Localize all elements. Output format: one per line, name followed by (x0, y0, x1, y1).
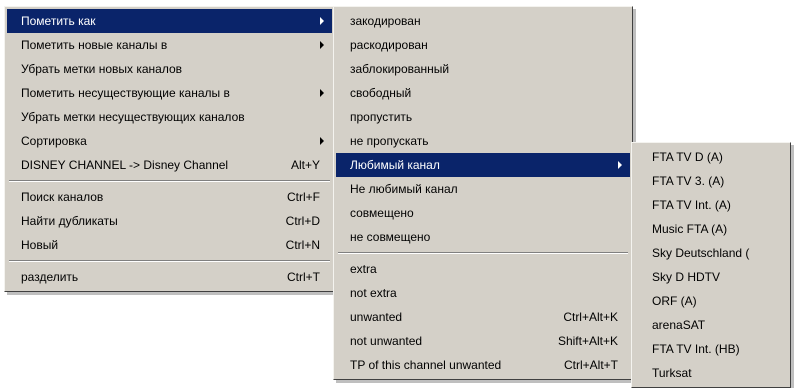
menu-item-unmark-new-channels[interactable]: Убрать метки новых каналов (7, 57, 332, 81)
menu-item-mark-missing-channels[interactable]: Пометить несуществующие каналы в (7, 81, 332, 105)
menu-item-shortcut: Ctrl+Alt+K (563, 310, 618, 324)
menu-item-search-channels[interactable]: Поиск каналов Ctrl+F (7, 185, 332, 209)
menu-item-label: Любимый канал (350, 158, 440, 172)
menu-item-skip[interactable]: пропустить (336, 105, 630, 129)
menu-item-label: arenaSAT (652, 318, 706, 332)
menu-item-label: не пропускать (350, 134, 429, 148)
menu-item-combined[interactable]: совмещено (336, 201, 630, 225)
menu-item-split[interactable]: разделить Ctrl+T (7, 265, 332, 289)
menu-item-label: совмещено (350, 206, 414, 220)
menu-item-mark-as[interactable]: Пометить как (7, 9, 332, 33)
context-menu: Пометить как Пометить новые каналы в Убр… (4, 6, 335, 292)
menu-item-shortcut: Ctrl+D (285, 214, 320, 228)
menu-item-new[interactable]: Новый Ctrl+N (7, 233, 332, 257)
menu-item-label: FTA TV Int. (HB) (652, 342, 740, 356)
menu-item-label: unwanted (350, 310, 403, 324)
menu-separator (336, 249, 630, 257)
favorite-list-item[interactable]: FTA TV D (A) (634, 145, 788, 169)
menu-item-label: Sky D HDTV (652, 270, 721, 284)
favorite-list-item[interactable]: Sky Deutschland ( (634, 241, 788, 265)
menu-item-shortcut: Alt+Y (290, 158, 320, 172)
mark-as-submenu: закодирован раскодирован заблокированный… (333, 6, 633, 380)
menu-item-label: Music FTA (A) (652, 222, 728, 236)
favorite-list-item[interactable]: FTA TV 3. (A) (634, 169, 788, 193)
favorite-list-item[interactable]: Music FTA (A) (634, 217, 788, 241)
menu-item-shortcut: Shift+Alt+K (557, 334, 618, 348)
menu-item-label: FTA TV D (A) (652, 150, 723, 164)
menu-item-mark-new-channels[interactable]: Пометить новые каналы в (7, 33, 332, 57)
menu-item-label: Пометить несуществующие каналы в (21, 86, 230, 100)
menu-item-label: extra (350, 262, 377, 276)
menu-item-extra[interactable]: extra (336, 257, 630, 281)
menu-item-unwanted[interactable]: unwanted Ctrl+Alt+K (336, 305, 630, 329)
menu-item-shortcut: Ctrl+N (285, 238, 320, 252)
menu-separator (7, 257, 332, 265)
favorite-list-item[interactable]: ORF (A) (634, 289, 788, 313)
menu-item-label: закодирован (350, 14, 421, 28)
menu-item-label: Убрать метки новых каналов (21, 62, 183, 76)
menu-item-label: Сортировка (21, 134, 87, 148)
menu-item-label: TP of this channel unwanted (350, 358, 502, 372)
menu-item-unmark-missing-channels[interactable]: Убрать метки несуществующих каналов (7, 105, 332, 129)
submenu-arrow-icon (320, 89, 324, 97)
menu-item-label: not extra (350, 286, 397, 300)
favorites-submenu: FTA TV D (A) FTA TV 3. (A) FTA TV Int. (… (631, 142, 791, 388)
menu-item-label: Поиск каналов (21, 190, 104, 204)
submenu-arrow-icon (618, 161, 622, 169)
menu-item-favorite-channel[interactable]: Любимый канал (336, 153, 630, 177)
menu-item-label: Убрать метки несуществующих каналов (21, 110, 245, 124)
menu-item-label: Sky Deutschland ( (652, 246, 750, 260)
favorite-list-item[interactable]: FTA TV Int. (A) (634, 193, 788, 217)
menu-item-not-unwanted[interactable]: not unwanted Shift+Alt+K (336, 329, 630, 353)
menu-item-not-combined[interactable]: не совмещено (336, 225, 630, 249)
menu-item-not-extra[interactable]: not extra (336, 281, 630, 305)
menu-item-label: не совмещено (350, 230, 431, 244)
menu-item-label: свободный (350, 86, 412, 100)
menu-item-label: пропустить (350, 110, 413, 124)
menu-item-shortcut: Ctrl+Alt+T (563, 358, 618, 372)
menu-item-label: Не любимый канал (350, 182, 458, 196)
menu-item-label: not unwanted (350, 334, 423, 348)
menu-item-label: раскодирован (350, 38, 428, 52)
menu-item-label: Пометить новые каналы в (21, 38, 168, 52)
menu-item-free[interactable]: свободный (336, 81, 630, 105)
menu-item-label: Новый (21, 238, 59, 252)
menu-item-find-duplicates[interactable]: Найти дубликаты Ctrl+D (7, 209, 332, 233)
menu-separator (7, 177, 332, 185)
menu-item-label: Пометить как (21, 14, 96, 28)
menu-item-locked[interactable]: заблокированный (336, 57, 630, 81)
menu-item-shortcut: Ctrl+F (287, 190, 320, 204)
favorite-list-item[interactable]: Turksat (634, 361, 788, 385)
menu-item-scrambled[interactable]: закодирован (336, 9, 630, 33)
menu-item-label: DISNEY CHANNEL -> Disney Channel (21, 158, 229, 172)
favorite-list-item[interactable]: Sky D HDTV (634, 265, 788, 289)
menu-item-no-skip[interactable]: не пропускать (336, 129, 630, 153)
submenu-arrow-icon (320, 137, 324, 145)
menu-item-not-favorite-channel[interactable]: Не любимый канал (336, 177, 630, 201)
menu-item-label: Найти дубликаты (21, 214, 118, 228)
menu-item-label: FTA TV 3. (A) (652, 174, 725, 188)
favorite-list-item[interactable]: arenaSAT (634, 313, 788, 337)
menu-item-rename-channel[interactable]: DISNEY CHANNEL -> Disney Channel Alt+Y (7, 153, 332, 177)
menu-item-sort[interactable]: Сортировка (7, 129, 332, 153)
menu-item-label: заблокированный (350, 62, 450, 76)
menu-item-unscrambled[interactable]: раскодирован (336, 33, 630, 57)
menu-item-label: ORF (A) (652, 294, 697, 308)
submenu-arrow-icon (320, 41, 324, 49)
menu-item-tp-unwanted[interactable]: TP of this channel unwanted Ctrl+Alt+T (336, 353, 630, 377)
menu-item-label: FTA TV Int. (A) (652, 198, 731, 212)
menu-item-shortcut: Ctrl+T (287, 270, 320, 284)
menu-item-label: Turksat (652, 366, 692, 380)
submenu-arrow-icon (320, 17, 324, 25)
menu-item-label: разделить (21, 270, 79, 284)
favorite-list-item[interactable]: FTA TV Int. (HB) (634, 337, 788, 361)
